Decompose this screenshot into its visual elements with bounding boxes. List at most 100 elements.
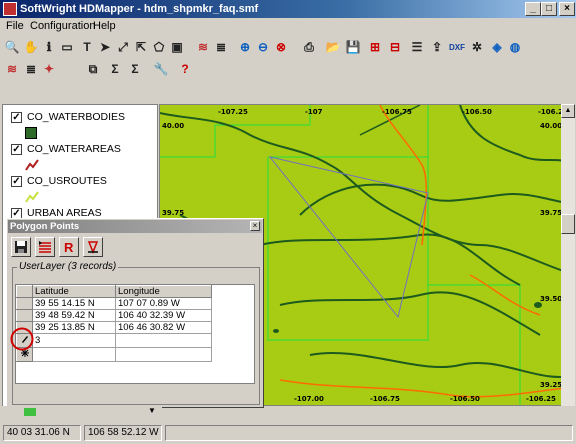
dialog-title: Polygon Points (8, 220, 262, 233)
map-tick-right: 39.25 (540, 381, 563, 389)
cell-latitude[interactable]: 39 25 13.85 N (32, 321, 116, 334)
table-row-editing[interactable]: 3 (16, 333, 212, 348)
cell-longitude[interactable]: 106 40 32.39 W (115, 309, 212, 322)
info-button[interactable]: ℹ (40, 38, 58, 56)
open-folder-icon: 📂 (325, 40, 341, 54)
select-icon: ⇱ (135, 40, 147, 54)
pointer-icon: ➤ (99, 40, 111, 54)
map-tick-top: -107 (305, 108, 323, 116)
zoom-button[interactable]: 🔍 (3, 38, 21, 56)
column-header-longitude[interactable]: Longitude (115, 285, 212, 298)
cell-latitude-editing[interactable]: 3 (32, 333, 116, 348)
dialog-polygon-button[interactable] (83, 237, 103, 257)
frame-button[interactable]: ⧉ (84, 60, 102, 78)
color-icon: ◈ (492, 40, 502, 54)
highlight-circle (10, 327, 34, 351)
layer-stack2-button[interactable]: ≣ (22, 60, 40, 78)
dialog-close-button[interactable]: × (250, 221, 260, 231)
layer-props-button[interactable]: ☰ (408, 38, 426, 56)
layers2-button[interactable]: ≣ (212, 38, 230, 56)
table-row[interactable]: 39 55 14.15 N 107 07 0.89 W (16, 297, 212, 310)
maximize-button[interactable]: □ (541, 2, 557, 16)
map-tick-left: 39.75 (162, 209, 185, 217)
resize-button[interactable]: ⤢ (114, 38, 132, 56)
zoom-cancel-button[interactable]: ⊗ (272, 38, 290, 56)
scroll-up-icon[interactable]: ▲ (561, 104, 575, 118)
map-scrollbar[interactable]: ▲ (561, 104, 575, 406)
menu-configuration[interactable]: Configuration (30, 20, 95, 32)
sigma-icon: Σ (111, 62, 119, 76)
dxf-button[interactable]: DXF (448, 38, 466, 56)
image-button[interactable]: ▣ (168, 38, 186, 56)
stars-button[interactable]: ✦ (40, 60, 58, 78)
dropdown-arrow-icon[interactable]: ▼ (148, 406, 156, 415)
help-button[interactable]: ? (176, 60, 194, 78)
map-tick-bottom: -107.00 (294, 395, 324, 403)
zoom-in-button[interactable]: ⊕ (236, 38, 254, 56)
settings-button[interactable]: ✲ (468, 38, 486, 56)
cell-longitude[interactable]: 107 07 0.89 W (115, 297, 212, 310)
zoom-out-icon: ⊖ (257, 40, 269, 54)
status-bar: 40 03 31.06 N 106 58 52.12 W (0, 422, 576, 444)
layer-row[interactable]: ✓ CO_WATERAREAS (7, 143, 157, 157)
close-button[interactable]: × (559, 2, 575, 16)
list-icon (39, 241, 51, 253)
window-title: SoftWright HDMapper - hdm_shpmkr_faq.smf (20, 3, 259, 15)
wrench-button[interactable]: 🔧 (152, 60, 170, 78)
menu-file[interactable]: File (6, 20, 24, 32)
dialog-list-button[interactable] (35, 237, 55, 257)
table-row[interactable]: 39 25 13.85 N 106 46 30.82 W (16, 321, 212, 334)
hand-pan-icon: ✋ (23, 40, 39, 54)
layer-checkbox[interactable]: ✓ (11, 176, 22, 187)
color-button[interactable]: ◈ (488, 38, 506, 56)
points-grid[interactable]: Latitude Longitude 39 55 14.15 N 107 07 … (15, 284, 255, 384)
remove-layer-button[interactable]: ⊟ (386, 38, 404, 56)
map-tick-bottom: -106.25 (526, 395, 556, 403)
add-layer-button[interactable]: ⊞ (366, 38, 384, 56)
layer-checkbox[interactable]: ✓ (11, 112, 22, 123)
scroll-thumb[interactable] (561, 214, 575, 234)
globe-button[interactable]: ◍ (506, 38, 524, 56)
polygon-icon (87, 241, 99, 254)
map-tick-right: 39.75 (540, 209, 563, 217)
label-button[interactable]: ▭ (58, 38, 76, 56)
info-icon: ℹ (46, 40, 52, 54)
layer-row[interactable]: ✓ CO_USROUTES (7, 175, 157, 189)
open-folder-button[interactable]: 📂 (324, 38, 342, 56)
table-row-new[interactable] (16, 347, 212, 362)
layer-row[interactable]: ✓ CO_WATERBODIES (7, 111, 157, 125)
urban-swatch (24, 408, 36, 416)
group-label: UserLayer (3 records) (17, 261, 119, 272)
polygon-edit-button[interactable]: ⬠ (150, 38, 168, 56)
export-button[interactable]: ⇪ (428, 38, 446, 56)
hand-pan-button[interactable]: ✋ (22, 38, 40, 56)
select-button[interactable]: ⇱ (132, 38, 150, 56)
save-icon: 💾 (345, 40, 361, 54)
layers-button[interactable]: ≋ (194, 38, 212, 56)
column-header-latitude[interactable]: Latitude (32, 285, 116, 298)
pointer-button[interactable]: ➤ (96, 38, 114, 56)
sigma-button[interactable]: Σ (106, 60, 124, 78)
layer-stack-button[interactable]: ≋ (3, 60, 21, 78)
dialog-save-button[interactable] (11, 237, 31, 257)
cell-latitude[interactable]: 39 48 59.42 N (32, 309, 116, 322)
print-icon: ⎙ (304, 39, 314, 54)
save-button[interactable]: 💾 (344, 38, 362, 56)
dialog-reset-button[interactable]: R (59, 237, 79, 257)
text-button[interactable]: T (78, 38, 96, 56)
print-button[interactable]: ⎙ (300, 38, 318, 56)
remove-layer-icon: ⊟ (389, 40, 401, 54)
cell-longitude-editing[interactable] (115, 333, 212, 348)
sigma-edit-button[interactable]: Σ (126, 60, 144, 78)
cell-longitude[interactable]: 106 46 30.82 W (115, 321, 212, 334)
layer-checkbox[interactable]: ✓ (11, 144, 22, 155)
map-tick-left: 40.00 (162, 122, 185, 130)
help-icon: ? (181, 62, 189, 76)
resize-icon: ⤢ (118, 39, 128, 54)
menu-help[interactable]: Help (93, 20, 116, 32)
title-bar: SoftWright HDMapper - hdm_shpmkr_faq.smf… (0, 0, 576, 18)
table-row[interactable]: 39 48 59.42 N 106 40 32.39 W (16, 309, 212, 322)
zoom-out-button[interactable]: ⊖ (254, 38, 272, 56)
cell-latitude[interactable]: 39 55 14.15 N (32, 297, 116, 310)
minimize-button[interactable]: _ (525, 2, 541, 16)
